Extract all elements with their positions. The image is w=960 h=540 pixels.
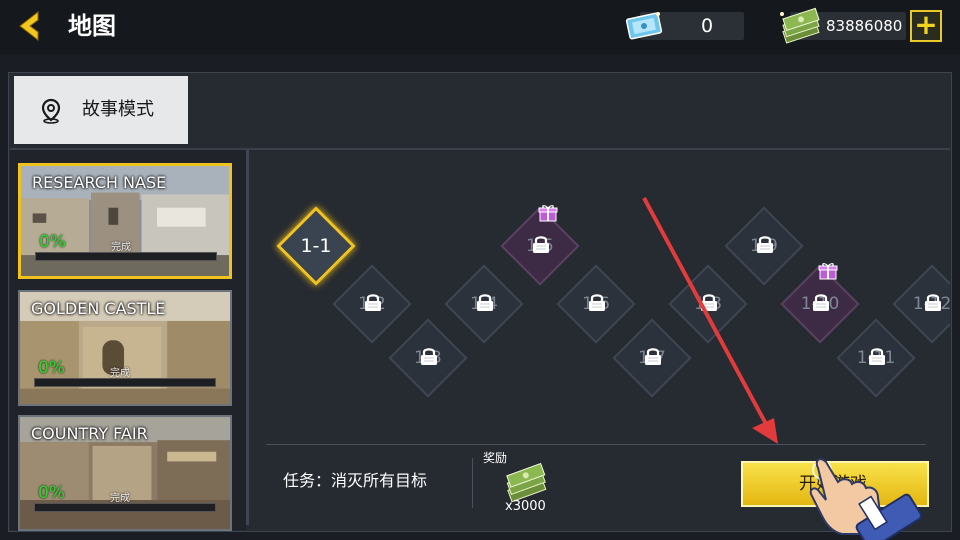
lock-icon bbox=[421, 348, 437, 365]
add-cash-button[interactable]: + bbox=[910, 10, 942, 42]
cash-amount: 83886080 bbox=[826, 17, 903, 35]
map-card-country-fair[interactable]: COUNTRY FAIR 0% 完成 bbox=[18, 415, 232, 531]
lock-icon bbox=[365, 294, 381, 311]
map-name: RESEARCH NASE bbox=[32, 173, 167, 192]
map-name: GOLDEN CASTLE bbox=[31, 299, 166, 318]
lock-icon bbox=[701, 294, 717, 311]
tab-story-mode[interactable]: 故事模式 bbox=[14, 76, 188, 144]
reward-quantity: x3000 bbox=[505, 499, 546, 514]
map-progress-bar bbox=[34, 378, 216, 387]
lock-icon bbox=[589, 294, 605, 311]
gift-icon bbox=[818, 263, 838, 280]
map-progress-bar bbox=[35, 252, 217, 261]
tab-story-mode-label: 故事模式 bbox=[82, 99, 154, 120]
map-progress-percent: 0% bbox=[38, 358, 65, 378]
back-arrow-icon[interactable] bbox=[14, 10, 44, 42]
map-name: COUNTRY FAIR bbox=[31, 424, 148, 443]
map-progress-bar bbox=[34, 503, 216, 512]
cash-stack-icon bbox=[506, 462, 547, 502]
mission-text: 任务：消灭所有目标 bbox=[283, 471, 428, 490]
level-path: 1-11-21-31-41-51-61-71-81-91-101-111-12 bbox=[250, 150, 950, 440]
gift-icon bbox=[538, 205, 558, 222]
task-separator bbox=[472, 458, 473, 508]
map-card-golden-castle[interactable]: GOLDEN CASTLE 0% 完成 bbox=[18, 290, 232, 406]
ticket-count: 0 bbox=[700, 15, 714, 37]
location-pin-icon bbox=[41, 98, 61, 124]
page-title: 地图 bbox=[68, 12, 116, 40]
ticket-icon bbox=[625, 12, 663, 40]
map-status-label: 完成 bbox=[111, 242, 131, 253]
map-list-scrollbar[interactable] bbox=[246, 150, 249, 525]
lock-icon bbox=[757, 236, 773, 253]
lock-icon bbox=[813, 294, 829, 311]
top-bar: 地图 0 83886080 + bbox=[0, 0, 960, 54]
map-progress-percent: 0% bbox=[38, 483, 65, 503]
lock-icon bbox=[477, 294, 493, 311]
lock-icon bbox=[645, 348, 661, 365]
task-divider bbox=[266, 444, 926, 445]
map-status-label: 完成 bbox=[110, 368, 130, 379]
level-node-1-12[interactable]: 1-12 bbox=[888, 260, 950, 348]
start-game-button[interactable]: 开始游戏 bbox=[741, 461, 929, 507]
lock-icon bbox=[869, 348, 885, 365]
cash-stack-icon bbox=[780, 7, 820, 44]
map-status-label: 完成 bbox=[110, 493, 130, 504]
map-card-research-nase[interactable]: RESEARCH NASE 0% 完成 bbox=[18, 163, 232, 279]
map-progress-percent: 0% bbox=[39, 232, 66, 252]
lock-icon bbox=[925, 294, 941, 311]
lock-icon bbox=[533, 236, 549, 253]
